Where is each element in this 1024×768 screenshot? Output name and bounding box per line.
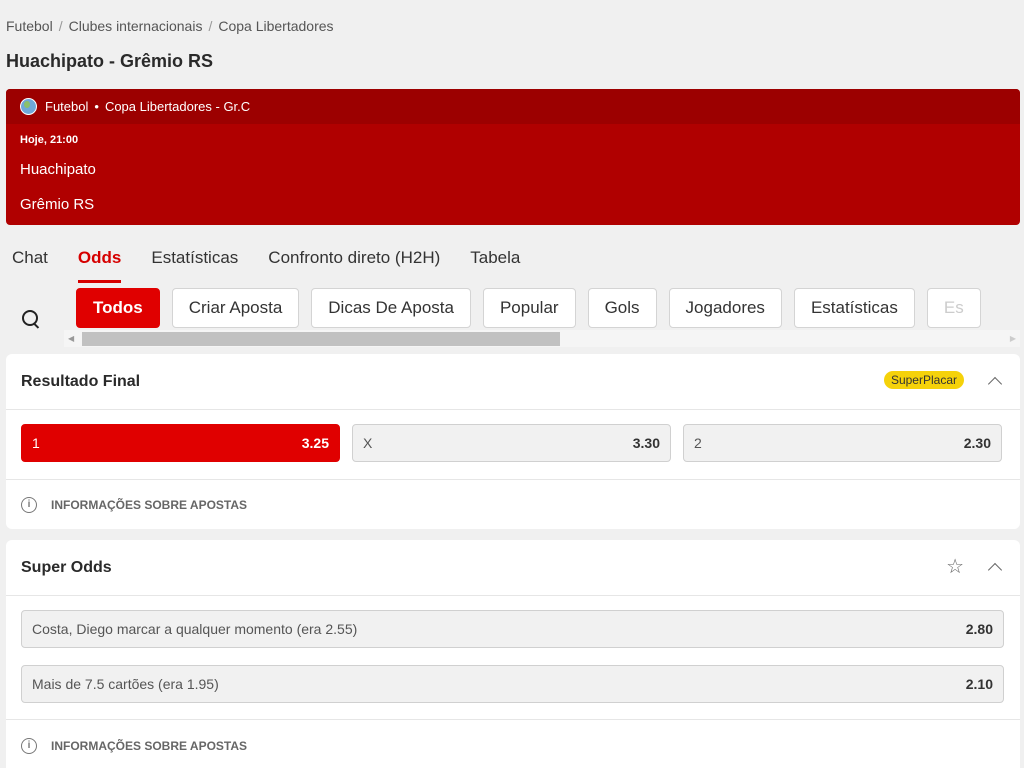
scroll-left-arrow-icon[interactable]: ◀ bbox=[68, 334, 74, 343]
divider bbox=[6, 479, 1020, 480]
event-sport: Futebol bbox=[45, 99, 89, 114]
market-title: Resultado Final bbox=[21, 373, 141, 390]
breadcrumb: Futebol / Clubes internacionais / Copa Liber… bbox=[6, 18, 334, 34]
super-odd-item[interactable]: Costa, Diego marcar a qualquer momento (… bbox=[21, 610, 1004, 648]
filter-chip-jogadores[interactable]: Jogadores bbox=[668, 288, 782, 328]
odd-price: 3.30 bbox=[632, 435, 660, 451]
scrollbar-thumb[interactable] bbox=[82, 332, 560, 346]
horizontal-scrollbar[interactable]: ◀ ▶ bbox=[64, 330, 1020, 347]
star-icon[interactable]: ☆ bbox=[946, 554, 964, 579]
breadcrumb-link-copa[interactable]: Copa Libertadores bbox=[218, 18, 333, 34]
bet-info-label: INFORMAÇÕES SOBRE APOSTAS bbox=[51, 498, 248, 512]
odd-label: 2 bbox=[694, 435, 702, 451]
info-icon: i bbox=[21, 497, 37, 513]
super-odd-label: Costa, Diego marcar a qualquer momento (… bbox=[32, 621, 358, 637]
tab-odds[interactable]: Odds bbox=[77, 248, 122, 283]
market-super-odds: Super Odds ☆ Costa, Diego marcar a qualq… bbox=[6, 540, 1020, 768]
event-competition: Copa Libertadores - Gr.C bbox=[104, 99, 251, 114]
globe-icon bbox=[20, 98, 37, 115]
market-title: Super Odds bbox=[21, 559, 112, 576]
filter-chips: Todos Criar Aposta Dicas De Aposta Popul… bbox=[76, 288, 1020, 328]
filter-chip-dicas[interactable]: Dicas De Aposta bbox=[311, 288, 471, 328]
tab-tabela[interactable]: Tabela bbox=[470, 248, 520, 282]
odd-price: 3.25 bbox=[301, 435, 329, 451]
superplacar-badge: SuperPlacar bbox=[883, 371, 964, 389]
main-tabs: Chat Odds Estatísticas Confronto direto … bbox=[12, 248, 550, 283]
search-button[interactable] bbox=[14, 302, 44, 332]
breadcrumb-link-futebol[interactable]: Futebol bbox=[6, 18, 53, 34]
super-odd-item[interactable]: Mais de 7.5 cartões (era 1.95) 2.10 bbox=[21, 665, 1004, 703]
odd-button-home[interactable]: 1 3.25 bbox=[21, 424, 340, 462]
event-time: Hoje, 21:00 bbox=[20, 134, 79, 146]
filter-chip-todos[interactable]: Todos bbox=[76, 288, 160, 328]
bet-info-link[interactable]: i INFORMAÇÕES SOBRE APOSTAS bbox=[21, 738, 247, 754]
filter-chip-popular[interactable]: Popular bbox=[482, 288, 576, 328]
super-odd-price: 2.10 bbox=[965, 676, 993, 692]
breadcrumb-separator: / bbox=[58, 18, 63, 34]
bet-info-label: INFORMAÇÕES SOBRE APOSTAS bbox=[51, 739, 248, 753]
odd-price: 2.30 bbox=[963, 435, 991, 451]
odd-label: X bbox=[363, 435, 373, 451]
filter-chip-partial[interactable]: Es bbox=[926, 288, 981, 328]
breadcrumb-link-clubes[interactable]: Clubes internacionais bbox=[69, 18, 203, 34]
filter-chip-criar-aposta[interactable]: Criar Aposta bbox=[171, 288, 300, 328]
chevron-up-icon[interactable] bbox=[987, 376, 1003, 392]
tab-chat[interactable]: Chat bbox=[12, 248, 48, 282]
page-title: Huachipato - Grêmio RS bbox=[6, 51, 214, 71]
odd-label: 1 bbox=[32, 435, 40, 451]
odd-button-away[interactable]: 2 2.30 bbox=[683, 424, 1002, 462]
tab-estatisticas[interactable]: Estatísticas bbox=[151, 248, 238, 282]
bet-info-link[interactable]: i INFORMAÇÕES SOBRE APOSTAS bbox=[21, 497, 247, 513]
market-header[interactable]: Resultado Final SuperPlacar bbox=[6, 354, 1020, 410]
away-team: Grêmio RS bbox=[20, 196, 95, 213]
super-odd-label: Mais de 7.5 cartões (era 1.95) bbox=[32, 676, 219, 692]
market-resultado-final: Resultado Final SuperPlacar 1 3.25 X 3.3… bbox=[6, 354, 1020, 529]
filter-chip-estatisticas[interactable]: Estatísticas bbox=[793, 288, 915, 328]
event-header-card: Futebol • Copa Libertadores - Gr.C Hoje,… bbox=[6, 89, 1020, 225]
info-icon: i bbox=[21, 738, 37, 754]
separator-dot: • bbox=[94, 99, 99, 114]
odd-button-draw[interactable]: X 3.30 bbox=[352, 424, 671, 462]
tab-h2h[interactable]: Confronto direto (H2H) bbox=[268, 248, 440, 282]
market-header[interactable]: Super Odds ☆ bbox=[6, 540, 1020, 596]
scroll-right-arrow-icon[interactable]: ▶ bbox=[1010, 334, 1016, 343]
divider bbox=[6, 719, 1020, 720]
home-team: Huachipato bbox=[20, 161, 96, 178]
event-header-bar: Futebol • Copa Libertadores - Gr.C bbox=[6, 89, 1020, 124]
breadcrumb-separator: / bbox=[208, 18, 213, 34]
filter-chip-gols[interactable]: Gols bbox=[587, 288, 657, 328]
search-icon-handle bbox=[32, 322, 40, 329]
super-odd-price: 2.80 bbox=[965, 621, 993, 637]
odds-row: 1 3.25 X 3.30 2 2.30 bbox=[21, 424, 1002, 462]
chevron-up-icon[interactable] bbox=[987, 562, 1003, 578]
